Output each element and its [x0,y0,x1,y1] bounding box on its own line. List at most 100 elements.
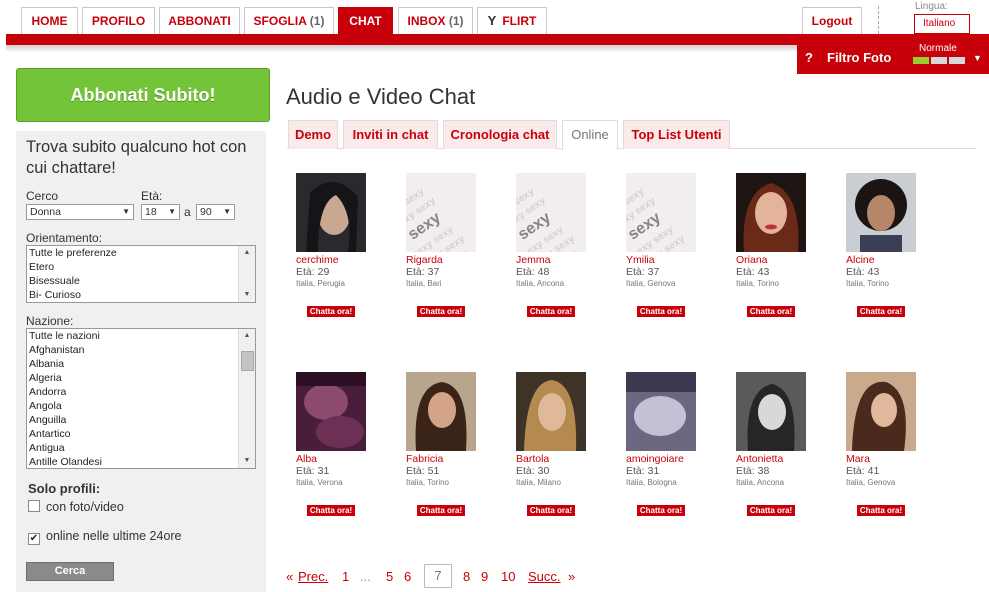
list-item[interactable]: Afghanistan [27,343,255,357]
list-item[interactable]: Bi- Curioso [27,288,255,302]
online-24h-checkbox[interactable]: ✔ online nelle ultime 24ore [28,529,182,545]
profile-photo[interactable] [516,372,586,451]
chat-now-button[interactable]: Chatta ora! [527,306,575,317]
tab-profilo[interactable]: PROFILO [82,7,155,34]
chat-now-button[interactable]: Chatta ora! [857,505,905,516]
profile-name[interactable]: cerchime [296,254,339,266]
profile-photo[interactable]: sexy sexysexy sexysexysexy sexysexy sexy… [406,173,476,252]
tab-home[interactable]: HOME [21,7,78,34]
tab-flirt[interactable]: Y FLIRT [477,7,547,34]
language-select[interactable]: Italiano [914,14,970,34]
tab-cronologia[interactable]: Cronologia chat [443,120,557,149]
chat-now-button[interactable]: Chatta ora! [857,306,905,317]
profile-photo[interactable] [406,372,476,451]
subscribe-button[interactable]: Abbonati Subito! [16,68,270,122]
eta-to-select[interactable]: 90 ▼ [196,204,235,220]
profile-photo[interactable] [846,173,916,252]
checkbox-checked[interactable]: ✔ [28,533,40,545]
prev-page-link[interactable]: Prec. [298,569,328,584]
profile-name[interactable]: Oriana [736,254,768,266]
profile-card[interactable]: amoingoiare Età: 31 Italia, Bologna Chatta … [626,372,731,522]
next-page-link[interactable]: Succ. [528,569,561,584]
tab-online[interactable]: Online [562,120,618,150]
tab-inviti[interactable]: Inviti in chat [343,120,438,149]
profile-photo[interactable] [736,372,806,451]
profile-photo[interactable]: sexy sexysexy sexysexysexy sexysexy sexy… [516,173,586,252]
chat-now-button[interactable]: Chatta ora! [307,505,355,516]
list-item[interactable]: Angola [27,399,255,413]
list-item[interactable]: Anguilla [27,413,255,427]
profile-card[interactable]: Bartola Età: 30 Italia, Milano Chatta ora! [516,372,621,522]
profile-card[interactable]: sexy sexysexy sexysexysexy sexysexy sexy… [626,173,731,323]
chat-now-button[interactable]: Chatta ora! [747,306,795,317]
chat-now-button[interactable]: Chatta ora! [417,505,465,516]
profile-photo[interactable] [736,173,806,252]
profile-card[interactable]: sexy sexysexy sexysexysexy sexysexy sexy… [516,173,621,323]
list-item[interactable]: Andorra [27,385,255,399]
list-item[interactable]: Albania [27,357,255,371]
page-link[interactable]: 10 [501,569,515,584]
profile-name[interactable]: Alcine [846,254,875,266]
profile-name[interactable]: Bartola [516,453,549,465]
profile-name[interactable]: Rigarda [406,254,443,266]
list-item[interactable]: Antille Olandesi [27,455,255,468]
profile-card[interactable]: Alcine Età: 43 Italia, Torino Chatta ora! [846,173,951,323]
profile-photo[interactable] [846,372,916,451]
list-item[interactable]: Bisessuale [27,274,255,288]
cerco-select[interactable]: Donna ▼ [26,204,134,220]
chevron-down-icon[interactable]: ▼ [973,53,982,63]
next-arrow[interactable]: » [568,569,575,584]
search-button[interactable]: Cerca [26,562,114,581]
profile-name[interactable]: amoingoiare [626,453,684,465]
chat-now-button[interactable]: Chatta ora! [747,505,795,516]
page-link[interactable]: 1 [342,569,349,584]
profile-photo[interactable] [296,173,366,252]
prev-arrow[interactable]: « [286,569,293,584]
tab-top-list[interactable]: Top List Utenti [623,120,730,149]
profile-name[interactable]: Ymilia [626,254,655,266]
photo-filter-panel[interactable]: ? Filtro Foto Normale ▼ [797,34,989,74]
profile-card[interactable]: Antonietta Età: 38 Italia, Ancona Chatta or… [736,372,841,522]
list-item[interactable]: Etero [27,260,255,274]
profile-card[interactable]: Mara Età: 41 Italia, Genova Chatta ora! [846,372,951,522]
chat-now-button[interactable]: Chatta ora! [637,505,685,516]
chat-now-button[interactable]: Chatta ora! [637,306,685,317]
help-icon[interactable]: ? [805,50,813,65]
scrollbar[interactable]: ▲ ▼ [238,329,255,468]
list-item[interactable]: Tutte le preferenze [27,246,255,260]
scrollbar-thumb[interactable] [241,351,254,371]
nazione-list[interactable]: Tutte le nazioni Afghanistan Albania Alg… [26,328,256,469]
eta-from-select[interactable]: 18 ▼ [141,204,180,220]
checkbox[interactable] [28,500,40,512]
tab-chat[interactable]: CHAT [338,7,393,34]
tab-sfoglia[interactable]: SFOGLIA (1) [244,7,334,34]
profile-name[interactable]: Mara [846,453,870,465]
chat-now-button[interactable]: Chatta ora! [527,505,575,516]
profile-card[interactable]: Oriana Età: 43 Italia, Torino Chatta ora! [736,173,841,323]
profile-card[interactable]: Alba Età: 31 Italia, Verona Chatta ora! [296,372,401,522]
tab-inbox[interactable]: INBOX (1) [398,7,473,34]
page-link[interactable]: 9 [481,569,488,584]
page-link[interactable]: 6 [404,569,411,584]
profile-name[interactable]: Antonietta [736,453,783,465]
orientamento-list[interactable]: Tutte le preferenze Etero Bisessuale Bi-… [26,245,256,303]
list-item[interactable]: Algeria [27,371,255,385]
list-item[interactable]: Antartico [27,427,255,441]
profile-photo[interactable] [626,372,696,451]
profile-card[interactable]: Fabricia Età: 51 Italia, Torino Chatta ora! [406,372,511,522]
profile-photo[interactable]: sexy sexysexy sexysexysexy sexysexy sexy… [626,173,696,252]
profile-card[interactable]: sexy sexysexy sexysexysexy sexysexy sexy… [406,173,511,323]
chat-now-button[interactable]: Chatta ora! [307,306,355,317]
scrollbar[interactable]: ▲ ▼ [238,246,255,302]
tab-demo[interactable]: Demo [288,120,338,149]
page-link[interactable]: 5 [386,569,393,584]
profile-name[interactable]: Alba [296,453,317,465]
page-link[interactable]: 8 [463,569,470,584]
profile-name[interactable]: Jemma [516,254,550,266]
profile-card[interactable]: cerchime Età: 29 Italia, Perugia Chatta ora… [296,173,401,323]
list-item[interactable]: Antigua [27,441,255,455]
photo-video-checkbox[interactable]: con foto/video [28,500,124,514]
list-item[interactable]: Tutte le nazioni [27,329,255,343]
chat-now-button[interactable]: Chatta ora! [417,306,465,317]
profile-name[interactable]: Fabricia [406,453,443,465]
